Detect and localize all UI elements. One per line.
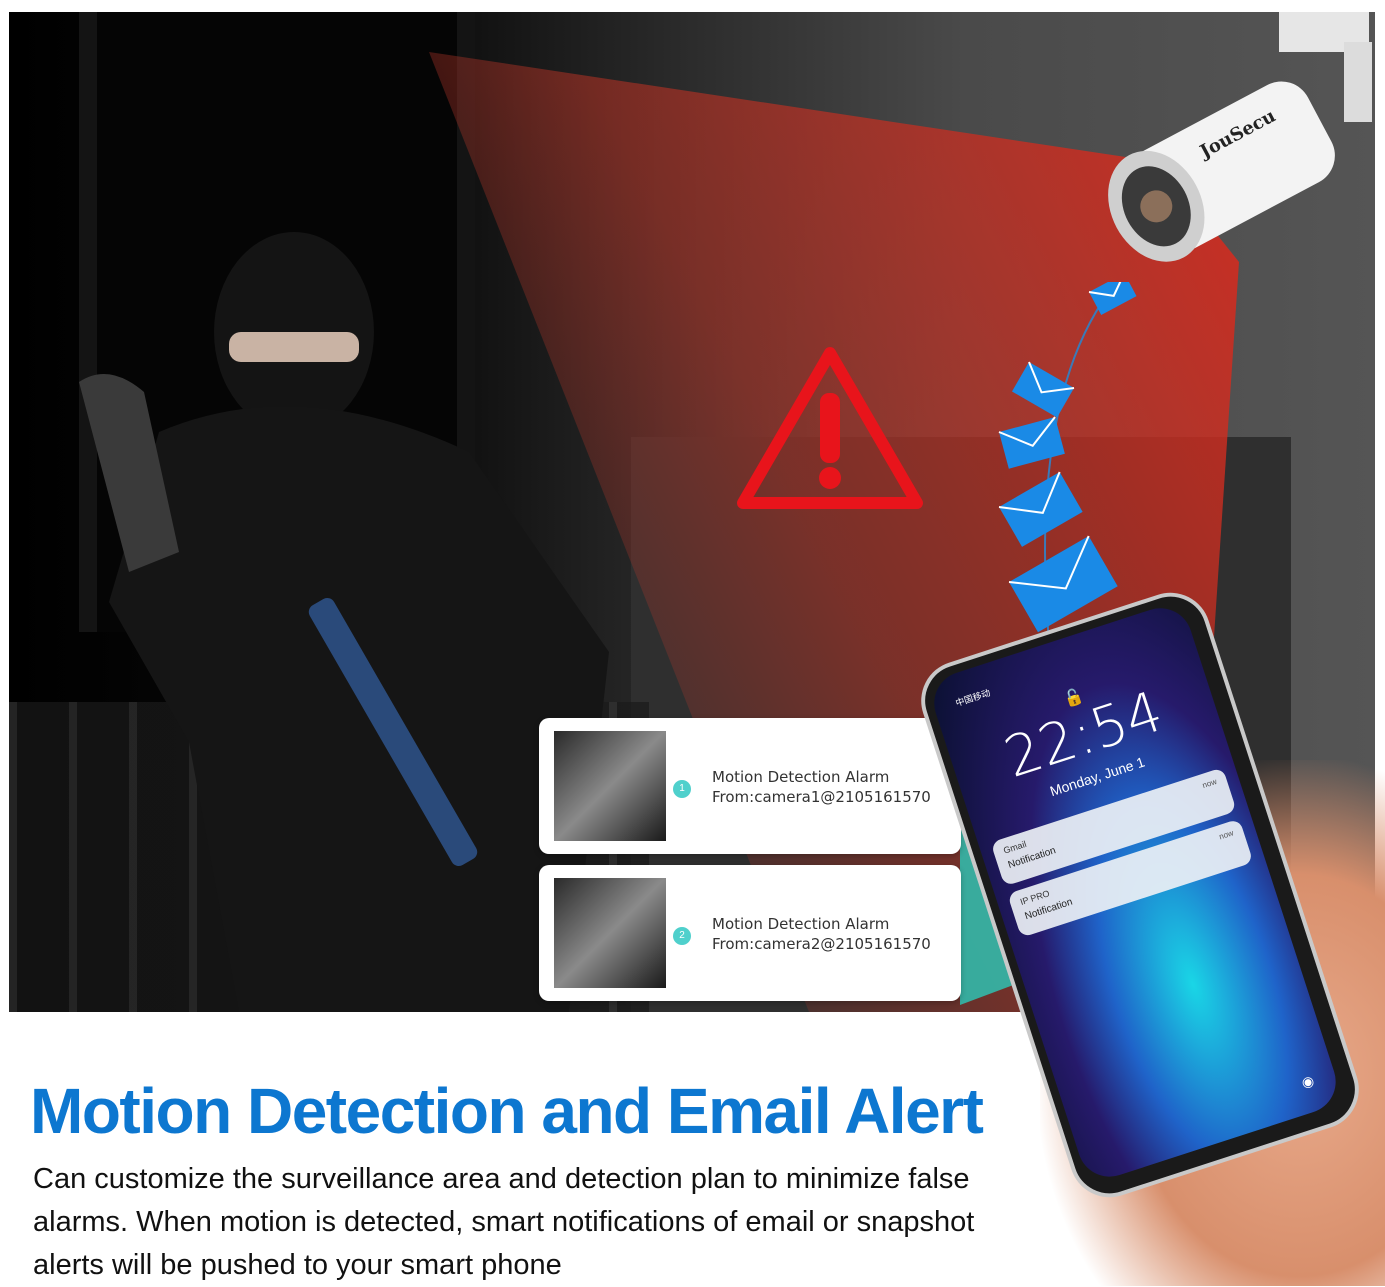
notification-time: now [1201, 776, 1218, 791]
description: Can customize the surveillance area and … [33, 1163, 975, 1281]
notification-time: now [1217, 828, 1235, 842]
envelope-icon [1012, 361, 1075, 418]
carrier-label: 中国移动 [954, 687, 992, 709]
headline: Motion Detection and Email Alert [30, 1075, 984, 1147]
snapshot-thumbnail [554, 878, 666, 988]
alert-card: 2 Motion Detection Alarm From:camera2@21… [539, 865, 961, 1001]
alert-card: 1 Motion Detection Alarm From:camera1@21… [539, 718, 961, 854]
email-envelopes [998, 282, 1137, 642]
alert-sender: From:camera2@2105161570 [712, 935, 931, 953]
warning-triangle-icon [737, 347, 923, 509]
alert-title: Motion Detection Alarm [712, 768, 890, 786]
alert-sender: From:camera1@2105161570 [712, 788, 931, 806]
alert-number-badge: 2 [673, 927, 691, 945]
envelope-icon [998, 416, 1065, 469]
alert-number-badge: 1 [673, 780, 691, 798]
alert-title: Motion Detection Alarm [712, 915, 890, 933]
camera-icon[interactable]: ◉ [1299, 1072, 1316, 1092]
envelope-icon [998, 471, 1083, 547]
snapshot-thumbnail [554, 731, 666, 841]
security-camera: JouSecu [1108, 12, 1372, 262]
notification-app: Gmail [1002, 838, 1028, 856]
